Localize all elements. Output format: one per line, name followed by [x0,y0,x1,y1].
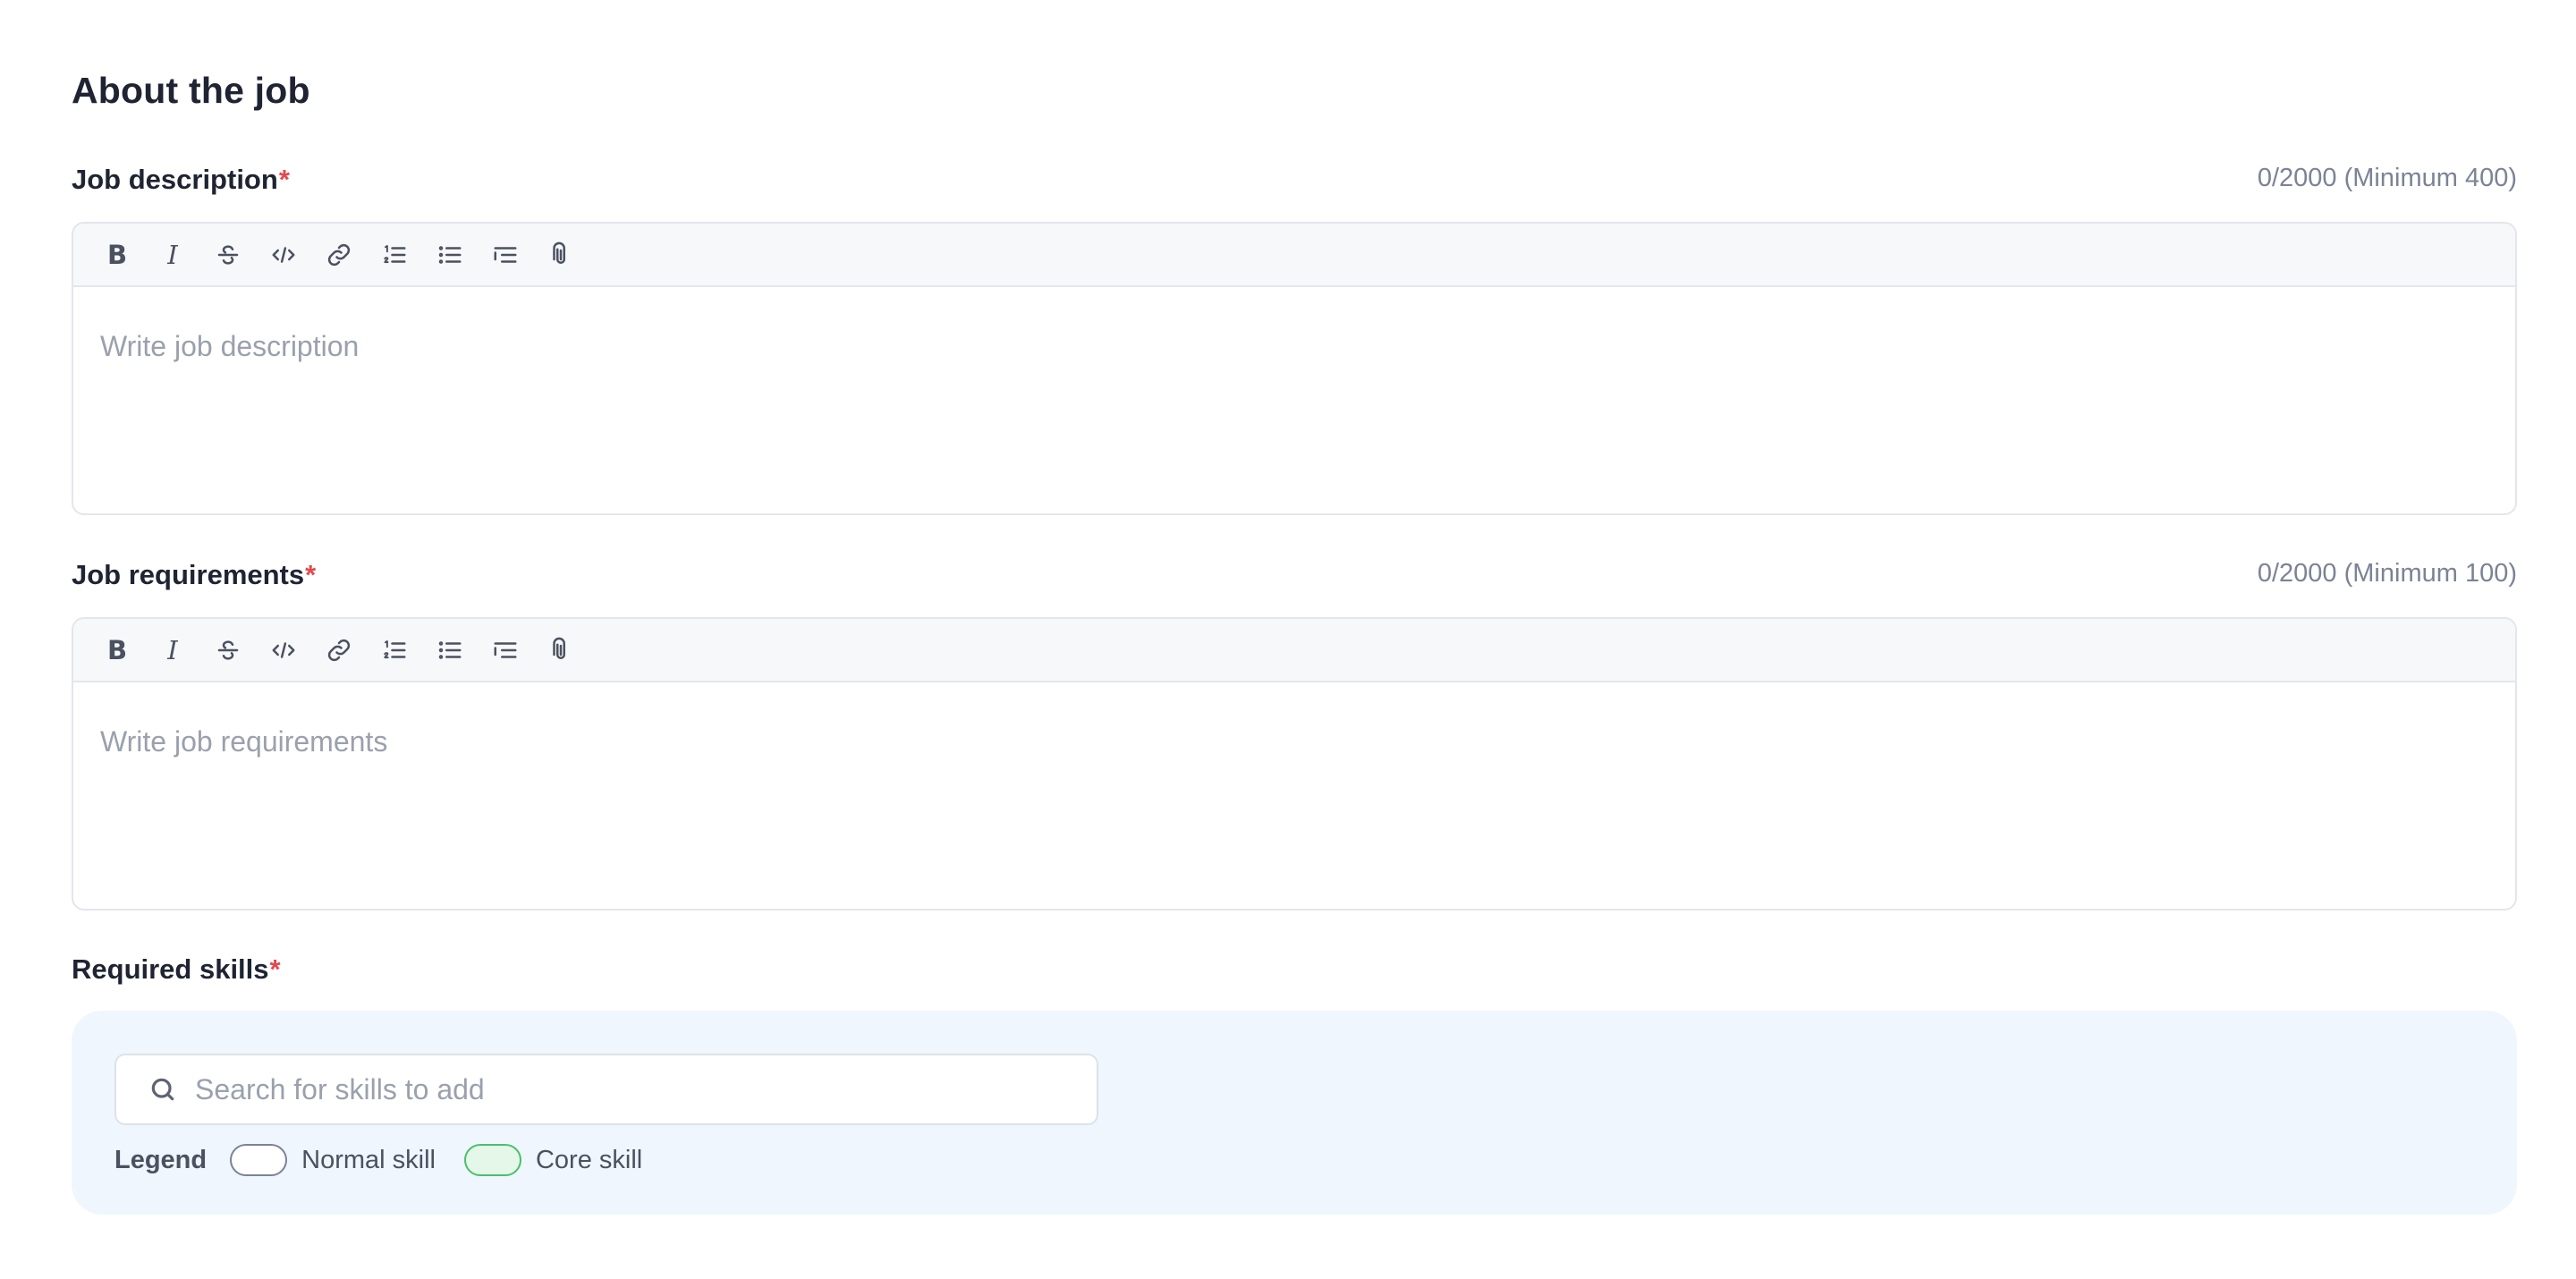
bullet-list-icon [438,640,462,659]
code-button[interactable] [256,628,311,673]
bold-icon: B [106,634,128,665]
strikethrough-button[interactable] [200,233,256,277]
attachment-button[interactable] [533,233,589,277]
code-icon [272,641,295,658]
job-description-input[interactable]: Write job description [73,287,2515,513]
normal-skill-chip [230,1144,288,1176]
indent-button[interactable] [478,628,533,673]
ordered-list-icon [384,244,406,263]
search-icon [151,1078,174,1101]
ordered-list-button[interactable] [367,233,422,277]
core-skill-chip [463,1144,521,1176]
italic-icon: I [167,634,178,665]
required-skills-panel: Legend Normal skill Core skill [72,1011,2517,1215]
bold-icon: B [106,239,128,270]
indent-button[interactable] [478,233,533,277]
legend-title: Legend [114,1145,208,1174]
required-skills-label: Required skills* [72,953,281,986]
link-icon [327,639,351,661]
attachment-icon [553,637,565,659]
job-description-label: Job description* [72,164,290,196]
strikethrough-icon [217,244,239,265]
italic-button[interactable]: I [145,233,200,277]
indent-icon [494,246,517,263]
bullet-list-icon [438,245,462,264]
required-mark: * [305,559,317,590]
bullet-list-button[interactable] [422,628,478,673]
attachment-button[interactable] [533,628,589,673]
italic-button[interactable]: I [145,628,200,673]
bold-button[interactable]: B [89,628,145,673]
job-requirements-counter: 0/2000 (Minimum 100) [2257,559,2517,588]
required-mark: * [278,164,290,195]
link-button[interactable] [311,628,367,673]
strikethrough-icon [217,640,239,660]
ordered-list-icon [384,640,406,658]
job-requirements-label-text: Job requirements [72,559,305,590]
normal-skill-label: Normal skill [301,1145,436,1174]
bold-button[interactable]: B [89,233,145,277]
required-mark: * [269,953,281,985]
bullet-list-button[interactable] [422,233,478,277]
skills-legend: Legend Normal skill Core skill [114,1138,671,1182]
required-skills-label-text: Required skills [72,953,269,985]
code-icon [272,246,295,263]
attachment-icon [553,241,565,264]
link-button[interactable] [311,233,367,277]
job-requirements-editor: B I Write job requirements [72,617,2517,911]
core-skill-label: Core skill [535,1145,643,1174]
link-icon [327,243,351,266]
skills-search-input[interactable] [195,1072,1054,1106]
job-requirements-input[interactable]: Write job requirements [73,682,2515,909]
job-description-label-text: Job description [72,164,278,195]
job-description-editor: B I Write job description [72,222,2517,515]
italic-icon: I [167,239,178,270]
code-button[interactable] [256,233,311,277]
section-title: About the job [72,70,310,111]
job-requirements-toolbar: B I [73,619,2515,682]
job-requirements-label: Job requirements* [72,559,316,591]
job-description-toolbar: B I [73,224,2515,287]
skills-search-box[interactable] [114,1054,1098,1125]
strikethrough-button[interactable] [200,628,256,673]
indent-icon [494,641,517,658]
ordered-list-button[interactable] [367,628,422,673]
job-description-counter: 0/2000 (Minimum 400) [2257,164,2517,192]
